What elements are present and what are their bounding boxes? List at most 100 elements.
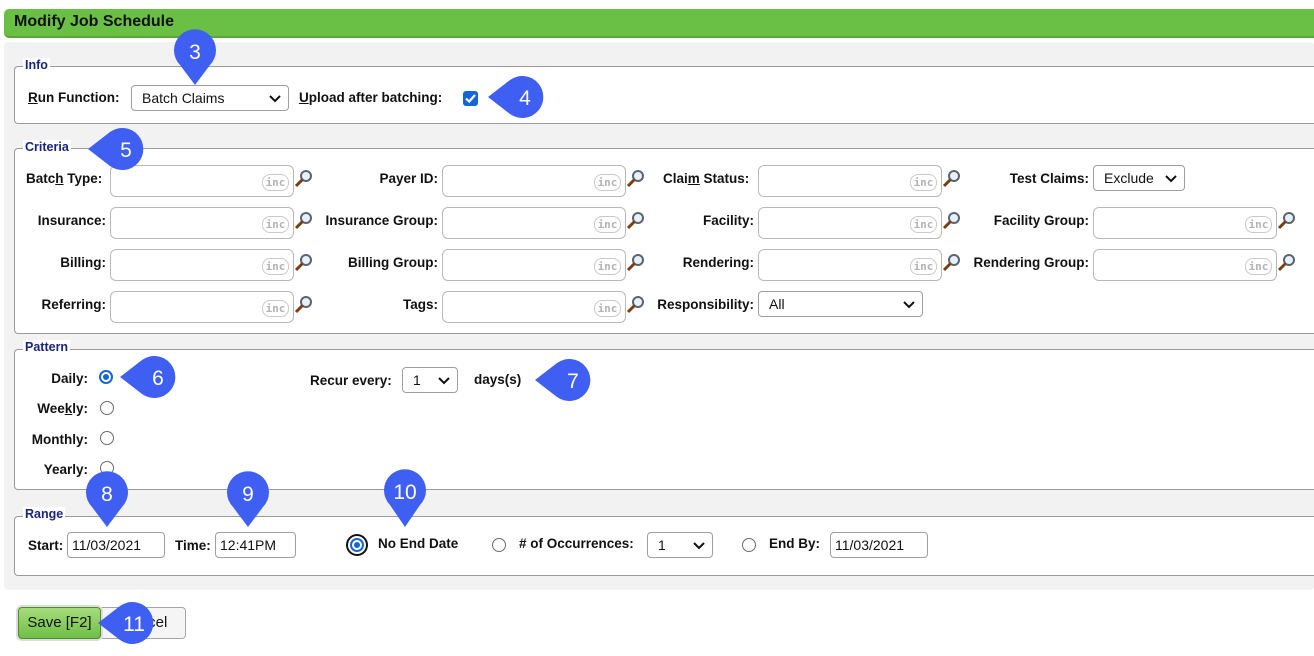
magnifier-icon[interactable] [294, 211, 314, 231]
callout-number: 3 [189, 41, 201, 64]
include-toggle[interactable]: inc [594, 300, 621, 317]
recur-every-select[interactable]: 1 [402, 367, 458, 393]
referring-input[interactable]: inc [110, 291, 294, 323]
include-toggle[interactable]: inc [910, 258, 937, 275]
weekly-radio[interactable] [100, 401, 114, 415]
include-toggle[interactable]: inc [594, 174, 621, 191]
claim-status-input[interactable]: inc [758, 165, 942, 197]
end-by-date-input[interactable]: 11/03/2021 [830, 532, 928, 558]
run-function-select[interactable]: Batch Claims [131, 85, 289, 111]
magnifier-icon[interactable] [626, 211, 646, 231]
include-toggle[interactable]: inc [262, 216, 289, 233]
occurrences-radio[interactable] [492, 538, 506, 552]
end-by-radio[interactable] [742, 538, 756, 552]
include-toggle[interactable]: inc [910, 174, 937, 191]
criteria-legend: Criteria [23, 140, 71, 154]
occurrences-select[interactable]: 1 [647, 532, 713, 558]
insurance-group-input[interactable]: inc [442, 207, 626, 239]
magnifier-icon[interactable] [1277, 211, 1297, 231]
start-date-input[interactable]: 11/03/2021 [67, 532, 165, 558]
daily-label: Daily: [51, 371, 88, 386]
callout-number: 6 [152, 367, 164, 390]
yearly-label: Yearly: [43, 462, 88, 477]
callout-number: 5 [120, 139, 132, 162]
rendering-input[interactable]: inc [758, 249, 942, 281]
time-input[interactable]: 12:41PM [215, 532, 296, 558]
recur-every-label: Recur every: [310, 373, 392, 388]
facility-label: Facility: [702, 213, 754, 228]
upload-after-batching-checkbox[interactable] [463, 91, 478, 106]
include-toggle[interactable]: inc [1245, 216, 1272, 233]
magnifier-icon[interactable] [294, 169, 314, 189]
include-toggle[interactable]: inc [594, 216, 621, 233]
magnifier-icon[interactable] [942, 169, 962, 189]
payer-id-input[interactable]: inc [442, 165, 626, 197]
test-claims-select[interactable]: Exclude [1093, 165, 1185, 191]
billing-input[interactable]: inc [110, 249, 294, 281]
billing-group-label: Billing Group: [348, 255, 438, 270]
monthly-radio[interactable] [100, 431, 114, 445]
insurance-input[interactable]: inc [110, 207, 294, 239]
include-toggle[interactable]: inc [262, 300, 289, 317]
save-button[interactable]: Save [F2] [18, 607, 101, 639]
tags-label: Tags: [402, 297, 438, 312]
magnifier-icon[interactable] [626, 253, 646, 273]
include-toggle[interactable]: inc [594, 258, 621, 275]
chevron-down-icon [693, 542, 705, 550]
payer-id-label: Payer ID: [379, 171, 438, 186]
rendering-group-label: Rendering Group: [973, 255, 1090, 270]
callout-number: 9 [242, 483, 254, 506]
magnifier-icon[interactable] [626, 169, 646, 189]
facility-group-label: Facility Group: [993, 213, 1089, 228]
rendering-group-input[interactable]: inc [1093, 249, 1277, 281]
callout-marker-10: 10 [384, 469, 426, 527]
recur-unit-label: days(s) [474, 372, 522, 387]
callout-marker-3: 3 [174, 29, 216, 85]
run-function-value: Batch Claims [142, 90, 225, 106]
include-toggle[interactable]: inc [262, 174, 289, 191]
callout-marker-5: 5 [88, 128, 144, 170]
include-toggle[interactable]: inc [262, 258, 289, 275]
magnifier-icon[interactable] [942, 211, 962, 231]
start-label: Start: [28, 538, 64, 553]
magnifier-icon[interactable] [942, 253, 962, 273]
callout-number: 11 [123, 613, 145, 636]
responsibility-select[interactable]: All [758, 291, 923, 317]
callout-marker-8: 8 [86, 471, 128, 527]
magnifier-icon[interactable] [294, 253, 314, 273]
magnifier-icon[interactable] [294, 295, 314, 315]
rendering-label: Rendering: [682, 255, 754, 270]
chevron-down-icon [269, 95, 281, 103]
chevron-down-icon [903, 301, 915, 309]
billing-label: Billing: [60, 255, 106, 270]
range-legend: Range [23, 507, 66, 521]
checkmark-icon [465, 94, 476, 104]
callout-number: 4 [519, 87, 531, 110]
callout-marker-11: 11 [98, 602, 154, 644]
chevron-down-icon [1165, 175, 1177, 183]
magnifier-icon[interactable] [1277, 253, 1297, 273]
callout-number: 7 [567, 370, 579, 393]
include-toggle[interactable]: inc [910, 216, 937, 233]
facility-group-input[interactable]: inc [1093, 207, 1277, 239]
occurrences-value: 1 [658, 537, 666, 553]
monthly-label: Monthly: [31, 432, 88, 447]
insurance-label: Insurance: [37, 213, 106, 228]
batch-type-label: Batch Type: [26, 171, 103, 186]
callout-number: 10 [393, 481, 416, 504]
test-claims-value: Exclude [1104, 170, 1154, 186]
pattern-legend: Pattern [23, 340, 71, 354]
end-by-label: End By: [769, 536, 821, 551]
billing-group-input[interactable]: inc [442, 249, 626, 281]
tags-input[interactable]: inc [442, 291, 626, 323]
facility-input[interactable]: inc [758, 207, 942, 239]
referring-label: Referring: [41, 297, 106, 312]
no-end-date-radio[interactable] [350, 538, 364, 552]
daily-radio[interactable] [99, 370, 113, 384]
responsibility-value: All [769, 296, 785, 312]
callout-number: 8 [101, 483, 113, 506]
include-toggle[interactable]: inc [1245, 258, 1272, 275]
callout-marker-6: 6 [120, 356, 176, 398]
recur-every-value: 1 [413, 372, 421, 388]
info-legend: Info [23, 58, 50, 72]
